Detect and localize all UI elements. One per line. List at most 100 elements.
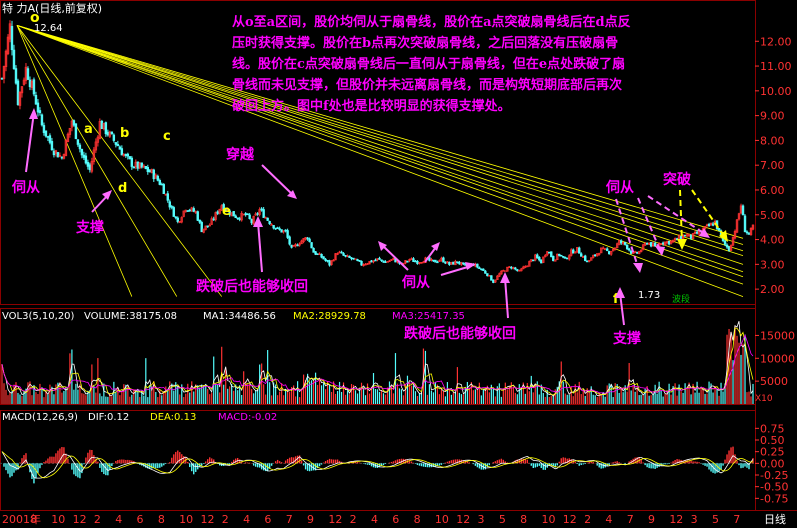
- candle-body: [314, 251, 317, 255]
- candle-body: [56, 152, 60, 158]
- candle-body: [238, 218, 241, 220]
- candle-body: [114, 142, 118, 145]
- x-tick-15: 12: [328, 513, 342, 526]
- candle-body: [212, 218, 215, 221]
- candle-body: [196, 211, 199, 221]
- point-o-label: o: [30, 10, 40, 26]
- candle-body: [262, 209, 265, 218]
- arrow-follow-2a: [381, 244, 409, 271]
- candle-body: [14, 68, 18, 84]
- candle-body: [340, 251, 343, 254]
- candle-body: [444, 261, 447, 264]
- x-tick-20: 10: [435, 513, 449, 526]
- candle-body: [380, 259, 383, 262]
- arrow-follow-3a-head: [633, 263, 643, 273]
- candle-body: [234, 215, 237, 218]
- macd-dea: DEA:0.13: [150, 412, 196, 423]
- candle-body: [414, 260, 417, 263]
- candle-body: [248, 214, 251, 219]
- candle-body: [80, 148, 84, 156]
- candle-body: [458, 261, 461, 265]
- arrow-follow-1: [25, 111, 35, 173]
- x-tick-7: 8: [158, 513, 165, 526]
- callout-recover-1: 跌破后也能够收回: [196, 278, 308, 295]
- callout-follow-3: 伺从: [605, 179, 634, 196]
- candle-body: [649, 242, 653, 247]
- candle-body: [723, 240, 727, 245]
- candle-body: [552, 255, 555, 262]
- candle-body: [308, 238, 311, 243]
- x-tick-11: 4: [243, 513, 250, 526]
- candle-body: [216, 211, 219, 214]
- candle-body: [344, 255, 347, 257]
- fan-line-steep-2: [16, 25, 223, 297]
- candle-body: [306, 237, 309, 240]
- candle-body: [38, 110, 42, 114]
- arrow-recover-1: [257, 221, 263, 273]
- macd-tick-0: -0.75: [760, 492, 788, 505]
- candle-body: [416, 260, 419, 265]
- price-tick-3: 5.00: [760, 209, 785, 222]
- candle-body: [635, 251, 639, 254]
- candle-body: [174, 216, 177, 219]
- candle-body: [370, 260, 373, 263]
- candle-body: [32, 79, 36, 95]
- candle-body: [112, 134, 116, 141]
- point-b-label: b: [120, 126, 129, 141]
- x-tick-27: 2: [584, 513, 591, 526]
- candle-body: [484, 270, 487, 274]
- price-tick-8: 10.00: [760, 85, 792, 98]
- candle-body: [168, 201, 171, 208]
- annotation-paragraph: 从o至a区间，股价均伺从于扇骨线，股价在a点突破扇骨线后在d点反 压时获得支撑。…: [232, 14, 631, 114]
- candle-body: [84, 155, 88, 164]
- x-tick-3: 12: [73, 513, 87, 526]
- vol-volume: VOLUME:38175.08: [84, 311, 177, 322]
- candle-body: [44, 130, 48, 137]
- candle-body: [176, 217, 179, 222]
- price-tick-5: 7.00: [760, 159, 785, 172]
- candle-body: [206, 225, 209, 228]
- candle-body: [198, 219, 201, 223]
- candle-body: [86, 162, 90, 167]
- price-tick-6: 8.00: [760, 134, 785, 147]
- candle-body: [492, 279, 495, 283]
- macd-dif: DIF:0.12: [88, 412, 129, 423]
- annotation-line-1: 从o至a区间，股价均伺从于扇骨线，股价在a点突破扇骨线后在d点反: [232, 14, 631, 30]
- x-tick-23: 5: [499, 513, 506, 526]
- candle-body: [40, 114, 44, 126]
- candle-body: [116, 144, 120, 147]
- x-tick-22: 3: [478, 513, 485, 526]
- candle-body: [124, 154, 128, 156]
- candle-body: [356, 259, 359, 262]
- annotation-line-2: 压时获得支撑。股价在b点再次突破扇骨线，之后回落没有压破扇骨: [232, 35, 618, 51]
- price-tick-0: 2.00: [760, 283, 785, 296]
- macd-tick-6: 0.75: [760, 422, 785, 435]
- callout-arrows: [25, 108, 728, 326]
- candle-body: [562, 256, 565, 258]
- x-tick-2: 10: [51, 513, 65, 526]
- candle-body: [128, 156, 132, 160]
- arrow-cross: [261, 164, 294, 196]
- point-d-label: d: [118, 181, 127, 196]
- candle-body: [104, 122, 108, 135]
- macd-panel-header: MACD(12,26,9) DIF:0.12 DEA:0.13 MACD:-0.…: [2, 412, 277, 423]
- candle-body: [118, 146, 122, 150]
- candle-body: [170, 206, 173, 208]
- candle-body: [72, 120, 76, 126]
- candle-body: [406, 260, 409, 263]
- x-tick-30: 9: [648, 513, 655, 526]
- candle-body: [10, 26, 14, 51]
- candle-body: [322, 256, 325, 260]
- candle-body: [540, 259, 543, 264]
- candle-body: [82, 154, 86, 158]
- candle-body: [50, 141, 54, 151]
- candle-body: [88, 164, 92, 171]
- candle-body: [594, 254, 597, 257]
- candle-body: [352, 257, 355, 260]
- candle-body: [274, 227, 277, 230]
- candle-body: [158, 179, 161, 185]
- annotation-line-4: 骨线而未见支撑，但股价并未远离扇骨线，而是构筑短期底部后再次: [232, 77, 622, 93]
- candle-body: [747, 232, 751, 235]
- x-tick-9: 12: [200, 513, 214, 526]
- x-tick-25: 10: [541, 513, 555, 526]
